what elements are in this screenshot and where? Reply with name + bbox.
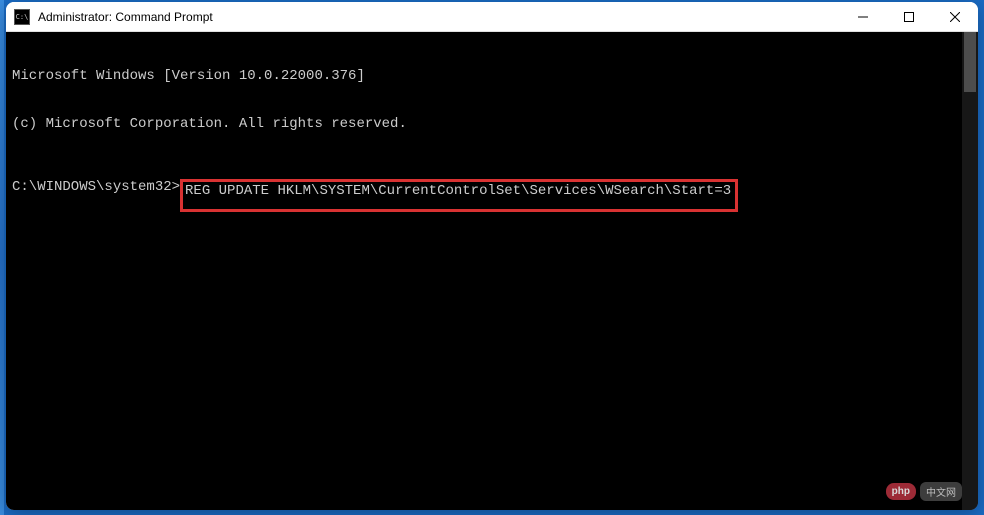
output-line-copyright: (c) Microsoft Corporation. All rights re…: [12, 116, 956, 132]
cmd-icon: C:\: [14, 9, 30, 25]
output-line-version: Microsoft Windows [Version 10.0.22000.37…: [12, 68, 956, 84]
command-prompt-window: C:\ Administrator: Command Prompt Micros…: [6, 2, 978, 510]
scrollbar-thumb[interactable]: [964, 32, 976, 92]
vertical-scrollbar[interactable]: [962, 32, 978, 510]
window-title: Administrator: Command Prompt: [38, 10, 840, 24]
prompt-line: C:\WINDOWS\system32> REG UPDATE HKLM\SYST…: [12, 179, 956, 212]
window-controls: [840, 2, 978, 31]
maximize-button[interactable]: [886, 2, 932, 31]
desktop-taskbar-edge: [0, 0, 4, 515]
terminal-content[interactable]: Microsoft Windows [Version 10.0.22000.37…: [6, 32, 962, 510]
title-bar[interactable]: C:\ Administrator: Command Prompt: [6, 2, 978, 32]
command-input[interactable]: REG UPDATE HKLM\SYSTEM\CurrentControlSet…: [185, 183, 731, 199]
command-highlight-box: REG UPDATE HKLM\SYSTEM\CurrentControlSet…: [180, 179, 738, 212]
watermark-text: 中文网: [920, 482, 962, 501]
watermark: php 中文网: [886, 482, 962, 501]
close-button[interactable]: [932, 2, 978, 31]
minimize-button[interactable]: [840, 2, 886, 31]
terminal-area[interactable]: Microsoft Windows [Version 10.0.22000.37…: [6, 32, 978, 510]
prompt-path: C:\WINDOWS\system32>: [12, 179, 180, 195]
watermark-badge: php: [886, 483, 916, 500]
